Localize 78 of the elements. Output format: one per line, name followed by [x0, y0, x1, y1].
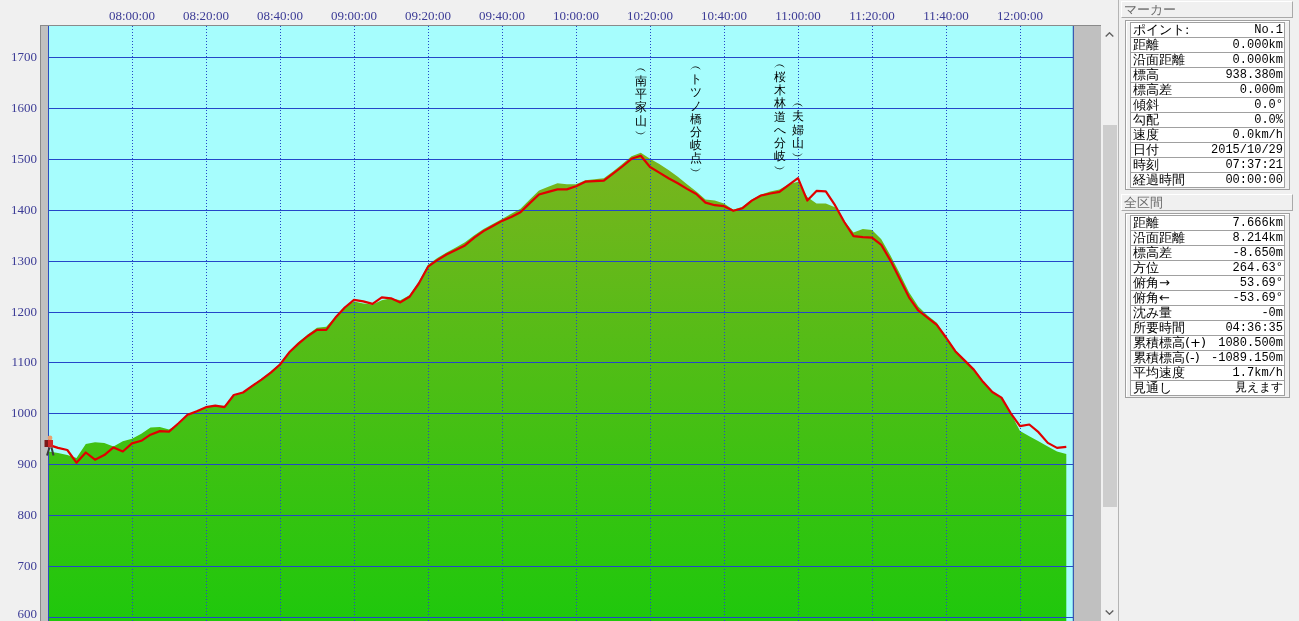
row-value: 0.0% [1254, 113, 1283, 127]
time-axis-label: 11:00:00 [775, 9, 821, 23]
elevation-axis-label: 1500 [11, 151, 37, 166]
row-label: 沿面距離 [1133, 231, 1185, 245]
elevation-axis-label: 800 [17, 508, 37, 523]
row-label: 沈み量 [1133, 306, 1172, 320]
row-label: 沿面距離 [1133, 53, 1185, 67]
chevron-up-icon [1105, 32, 1114, 37]
section-header: 全区間 [1121, 194, 1293, 211]
row-label: 距離 [1133, 38, 1159, 52]
row-label: 平均速度 [1133, 366, 1185, 380]
row-value: 2015/10/29 [1211, 143, 1283, 157]
elevation-axis-label: 1100 [11, 355, 37, 370]
scrollbar-thumb[interactable] [1103, 125, 1117, 507]
row-value: -53.69° [1232, 291, 1283, 305]
row-label: 方位 [1133, 261, 1159, 275]
row-value: 1080.500m [1218, 336, 1283, 350]
row-label: 累積標高(+) [1133, 336, 1207, 350]
row-value: 0.000km [1232, 53, 1283, 67]
row-label: 見通し [1133, 381, 1172, 395]
row-value: 264.63° [1232, 261, 1283, 275]
row-value: No.1 [1254, 23, 1283, 37]
time-axis-label: 08:20:00 [182, 9, 230, 23]
row-value: 00:00:00 [1225, 173, 1283, 187]
row-label: 時刻 [1133, 158, 1159, 172]
row-value: 53.69° [1239, 276, 1283, 290]
elevation-axis-label: 1600 [11, 100, 37, 115]
time-axis-label: 10:40:00 [700, 9, 748, 23]
row-value: 04:36:35 [1225, 321, 1283, 335]
time-axis-label: 09:00:00 [330, 9, 378, 23]
row-label: 勾配 [1133, 113, 1159, 127]
elevation-axis-label: 1000 [11, 406, 37, 421]
time-axis-label: 10:00:00 [552, 9, 600, 23]
elevation-axis-label: 1400 [11, 202, 37, 217]
row-label: 速度 [1133, 128, 1159, 142]
hiker-icon [43, 434, 55, 456]
row-label: 俯角← [1133, 291, 1170, 305]
row-value: -0m [1261, 306, 1283, 320]
row-label: 日付 [1133, 143, 1159, 157]
row-label: 標高差 [1133, 83, 1172, 97]
time-axis-label: 10:20:00 [626, 9, 674, 23]
row-label: 傾斜 [1133, 98, 1159, 112]
row-value: 0.000m [1239, 83, 1283, 97]
elevation-axis-label: 1300 [11, 253, 37, 268]
row-value: 938.380m [1225, 68, 1283, 82]
elevation-axis-label: 1200 [11, 304, 37, 319]
chevron-down-icon [1105, 610, 1114, 615]
time-axis-label: 11:20:00 [849, 9, 895, 23]
time-axis-label: 12:00:00 [996, 9, 1044, 23]
row-label: 俯角→ [1133, 276, 1170, 290]
time-axis-label: 08:40:00 [256, 9, 304, 23]
row-value: 0.0° [1254, 98, 1283, 112]
time-axis-label: 08:00:00 [108, 9, 156, 23]
elevation-axis-label: 1700 [11, 50, 37, 65]
row-value: 7.666km [1232, 216, 1283, 230]
row-label: 標高差 [1133, 246, 1172, 260]
row-label: 累積標高(-) [1133, 351, 1200, 365]
time-axis-label: 09:20:00 [404, 9, 452, 23]
row-value: 0.000km [1232, 38, 1283, 52]
section-header: マーカー [1121, 1, 1293, 18]
row-value: 1.7km/h [1232, 366, 1283, 380]
row-label: 距離 [1133, 216, 1159, 230]
row-value: -8.650m [1232, 246, 1283, 260]
row-value: 07:37:21 [1225, 158, 1283, 172]
row-value: 見えます [1235, 381, 1283, 395]
row-value: -1089.150m [1211, 351, 1283, 365]
row-label: 経過時間 [1133, 173, 1185, 187]
row-label: 所要時間 [1133, 321, 1185, 335]
row-value: 8.214km [1232, 231, 1283, 245]
row-label: ポイント: [1133, 23, 1190, 37]
row-label: 標高 [1133, 68, 1159, 82]
elevation-axis-label: 900 [17, 457, 37, 472]
time-axis-label: 09:40:00 [478, 9, 526, 23]
elevation-axis-label: 700 [17, 559, 37, 573]
elevation-axis-label: 600 [17, 607, 37, 621]
row-value: 0.0km/h [1232, 128, 1283, 142]
time-axis-label: 11:40:00 [923, 9, 969, 23]
annotation-label: ︵夫婦山︶ [792, 97, 804, 164]
